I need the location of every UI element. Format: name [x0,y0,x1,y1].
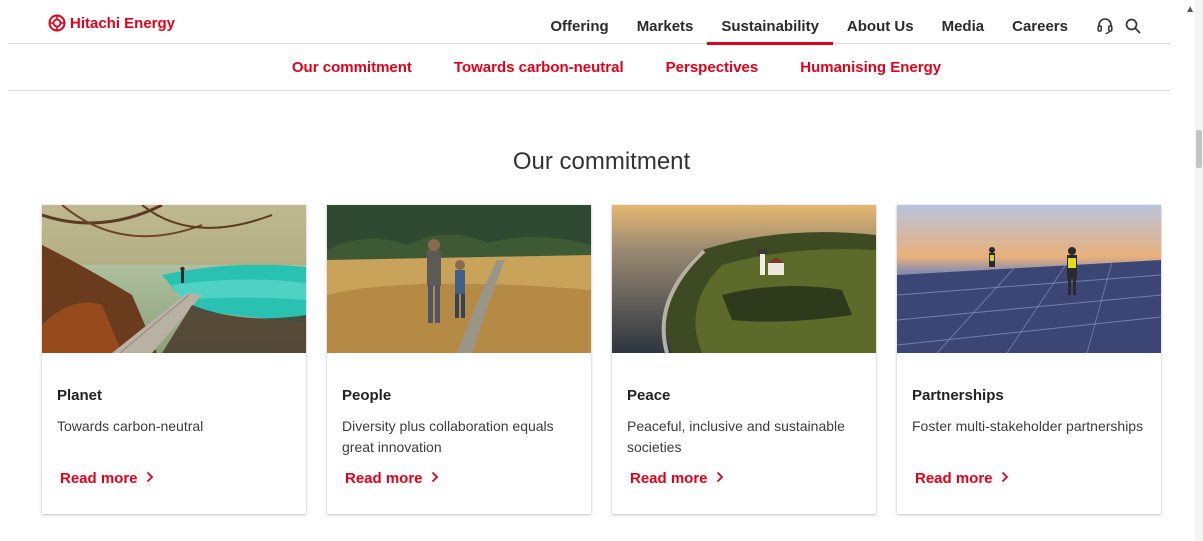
search-icon[interactable] [1124,17,1142,35]
nav-careers[interactable]: Careers [998,0,1082,44]
card-people[interactable]: People Diversity plus collaboration equa… [327,205,591,514]
nav-offering[interactable]: Offering [536,0,622,44]
chevron-right-icon [431,470,439,487]
page-scrollbar[interactable] [1195,0,1203,541]
planet-image [42,205,306,353]
read-more-link[interactable]: Read more [345,470,439,487]
card-description: Foster multi-stakeholder partnerships [912,418,1144,434]
card-description: Towards carbon-neutral [57,418,204,434]
partnerships-image [897,205,1161,353]
card-description: Diversity plus collaboration equals grea… [342,418,554,455]
support-headset-icon[interactable] [1096,17,1114,35]
scroll-up-arrow-icon[interactable]: ▲ [1185,4,1195,15]
site-header: Hitachi Energy Offering Markets Sustaina… [8,0,1170,45]
chevron-right-icon [1001,470,1009,487]
card-title: People [342,387,392,404]
subnav-our-commitment[interactable]: Our commitment [292,59,412,76]
chevron-right-icon [146,470,154,487]
read-more-link[interactable]: Read more [60,470,154,487]
card-description: Peaceful, inclusive and sustainable soci… [627,418,845,455]
read-more-label: Read more [915,470,993,487]
nav-media[interactable]: Media [928,0,999,44]
read-more-label: Read more [60,470,138,487]
brand-name: Hitachi Energy [70,14,176,32]
subnav-humanising-energy[interactable]: Humanising Energy [800,59,941,76]
people-image [327,205,591,353]
header-icons [1082,0,1170,44]
read-more-label: Read more [630,470,708,487]
subnav-towards-carbon-neutral[interactable]: Towards carbon-neutral [454,59,624,76]
card-title: Partnerships [912,387,1004,404]
card-partnerships[interactable]: Partnerships Foster multi-stakeholder pa… [897,205,1161,514]
commitment-cards: Planet Towards carbon-neutral Read more [42,205,1161,514]
card-planet[interactable]: Planet Towards carbon-neutral Read more [42,205,306,514]
card-title: Peace [627,387,671,404]
peace-image [612,205,876,353]
read-more-link[interactable]: Read more [630,470,724,487]
read-more-link[interactable]: Read more [915,470,1009,487]
card-title: Planet [57,387,103,404]
hitachi-logo-icon [48,14,66,32]
chevron-right-icon [716,470,724,487]
main-nav: Offering Markets Sustainability About Us… [536,0,1170,45]
read-more-label: Read more [345,470,423,487]
nav-markets[interactable]: Markets [623,0,708,44]
hitachi-energy-logo[interactable]: Hitachi Energy [48,14,175,32]
subnav-perspectives[interactable]: Perspectives [666,59,759,76]
section-title: Our commitment [512,148,691,175]
sub-navigation: Our commitment Towards carbon-neutral Pe… [8,45,1170,91]
card-peace[interactable]: Peace Peaceful, inclusive and sustainabl… [612,205,876,514]
nav-sustainability[interactable]: Sustainability [707,0,833,45]
nav-about-us[interactable]: About Us [833,0,928,44]
